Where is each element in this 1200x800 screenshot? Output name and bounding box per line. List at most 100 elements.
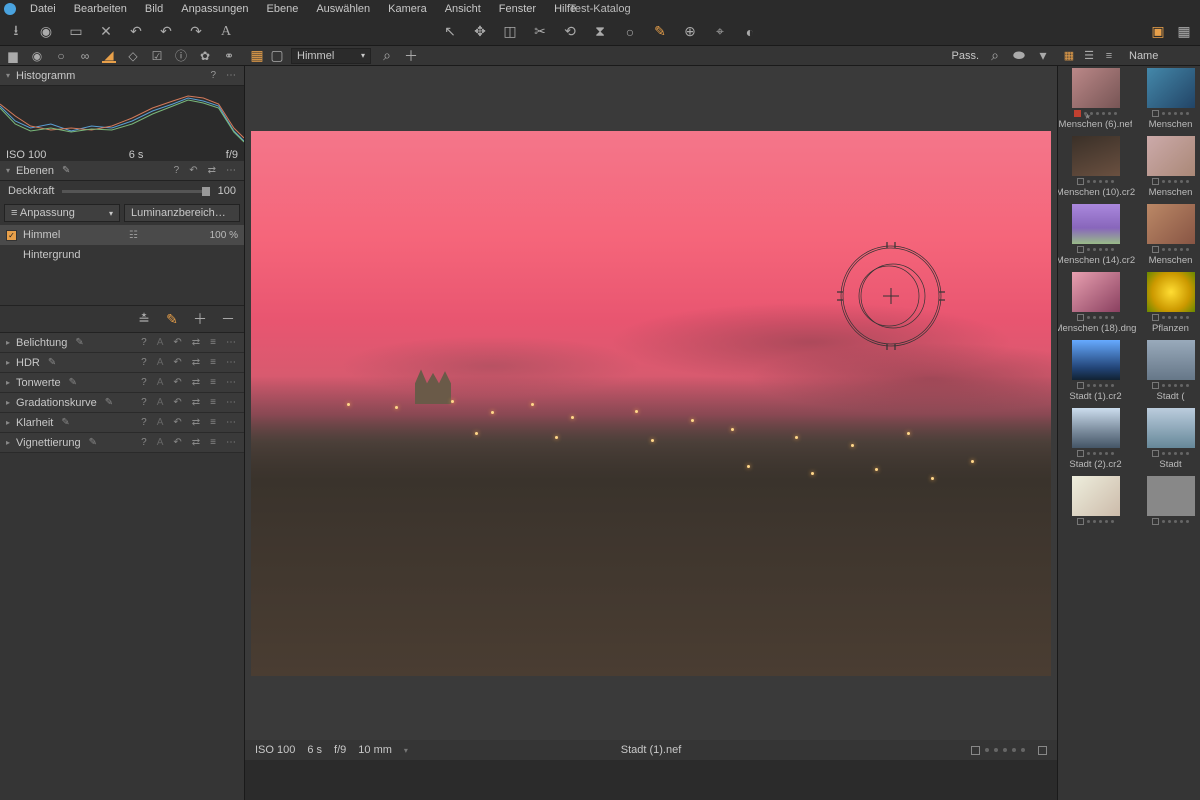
- thumbnail[interactable]: [1143, 476, 1198, 527]
- adjustment-tonwerte[interactable]: ▸Tonwerte✎?A↶⇄≡⋯: [0, 373, 244, 393]
- brush-tool-icon[interactable]: ✎: [164, 311, 180, 327]
- menu-auswählen[interactable]: Auswählen: [308, 1, 378, 17]
- thumbnail[interactable]: Stadt (1).cr2: [1068, 340, 1123, 402]
- copy-icon[interactable]: ⇄: [206, 165, 218, 176]
- reset-icon[interactable]: ↶: [171, 377, 183, 388]
- edit-icon[interactable]: ✎: [46, 357, 58, 368]
- edit-icon[interactable]: ✎: [73, 337, 85, 348]
- menu-kamera[interactable]: Kamera: [380, 1, 435, 17]
- edit-icon[interactable]: ✎: [67, 377, 79, 388]
- thumbnail[interactable]: Pflanzen: [1143, 272, 1198, 334]
- heal-icon[interactable]: ⊕: [682, 24, 698, 40]
- camera-icon[interactable]: ◉: [38, 24, 54, 40]
- thumbnail[interactable]: Menschen (14).cr2: [1068, 204, 1123, 266]
- erase-icon[interactable]: ◐: [742, 24, 758, 40]
- add-adj-icon[interactable]: ＋: [192, 311, 208, 327]
- thumbnail-browser[interactable]: ★Menschen (6).nefMenschenMenschen (10).c…: [1058, 66, 1200, 800]
- compare-icon[interactable]: ▣: [1150, 24, 1166, 40]
- edit-icon[interactable]: ✎: [87, 437, 99, 448]
- thumbnail[interactable]: Menschen: [1143, 68, 1198, 130]
- more-icon[interactable]: ⋯: [224, 70, 238, 81]
- radial-filter-gizmo[interactable]: [831, 236, 951, 356]
- copy-icon[interactable]: ⇄: [190, 417, 202, 428]
- text-icon[interactable]: A: [218, 24, 234, 40]
- thumbnail[interactable]: Stadt (2).cr2: [1068, 408, 1123, 470]
- reset-icon[interactable]: ↶: [171, 357, 183, 368]
- opacity-slider[interactable]: [62, 190, 209, 193]
- menu-icon[interactable]: ≡: [208, 437, 218, 448]
- help-icon[interactable]: ?: [139, 437, 149, 448]
- menu-datei[interactable]: Datei: [22, 1, 64, 17]
- menu-bild[interactable]: Bild: [137, 1, 171, 17]
- search-icon[interactable]: ⌕: [987, 48, 1003, 64]
- help-icon[interactable]: ?: [139, 337, 149, 348]
- redo-icon[interactable]: ↷: [188, 24, 204, 40]
- dropdown-icon[interactable]: ▾: [1035, 48, 1051, 64]
- toggle-icon[interactable]: ⬬: [1011, 48, 1027, 64]
- copy-icon[interactable]: ⇄: [190, 397, 202, 408]
- close-icon[interactable]: ✕: [98, 24, 114, 40]
- adjust-tab-icon[interactable]: ◢: [102, 49, 116, 63]
- thumbnail[interactable]: Stadt: [1143, 408, 1198, 470]
- transform-icon[interactable]: ◫: [502, 24, 518, 40]
- radial-icon[interactable]: ○: [622, 24, 638, 40]
- grid-view-icon[interactable]: ▦: [251, 50, 263, 62]
- folder-icon[interactable]: ▭: [68, 24, 84, 40]
- add-icon[interactable]: ＋: [403, 48, 419, 64]
- checkbox-icon[interactable]: ✓: [6, 230, 17, 241]
- thumb-detail-icon[interactable]: ≡: [1103, 50, 1115, 62]
- copy-icon[interactable]: ⇄: [190, 357, 202, 368]
- menu-fenster[interactable]: Fenster: [491, 1, 544, 17]
- reset-icon[interactable]: ↶: [171, 417, 183, 428]
- rating-dots[interactable]: [971, 746, 1047, 755]
- more-icon[interactable]: ⋯: [224, 165, 238, 176]
- thumbnail[interactable]: Stadt (: [1143, 340, 1198, 402]
- layer-select-dropdown[interactable]: Himmel▾: [291, 48, 371, 64]
- gear-tab-icon[interactable]: ✿: [198, 49, 212, 63]
- camera-tab-icon[interactable]: ◉: [30, 49, 44, 63]
- auto-icon[interactable]: A: [155, 397, 166, 408]
- menu-icon[interactable]: ≡: [208, 377, 218, 388]
- copy-icon[interactable]: ⇄: [190, 437, 202, 448]
- help-icon[interactable]: ?: [139, 377, 149, 388]
- undo2-icon[interactable]: ↶: [158, 24, 174, 40]
- more-icon[interactable]: ⋯: [224, 397, 238, 408]
- layers-tab-icon[interactable]: ◇: [126, 49, 140, 63]
- more-icon[interactable]: ⋯: [224, 377, 238, 388]
- import-icon[interactable]: ⭳: [8, 24, 24, 40]
- help-icon[interactable]: ?: [208, 70, 218, 81]
- thumbnail[interactable]: Menschen (18).dng: [1068, 272, 1123, 334]
- clone-icon[interactable]: ⌖: [712, 24, 728, 40]
- grid-icon[interactable]: ▦: [1176, 24, 1192, 40]
- pointer-icon[interactable]: ↖: [442, 24, 458, 40]
- auto-icon[interactable]: A: [155, 417, 166, 428]
- auto-icon[interactable]: A: [155, 377, 166, 388]
- thumbnail[interactable]: Menschen: [1143, 136, 1198, 198]
- move-icon[interactable]: ✥: [472, 24, 488, 40]
- histogram-header[interactable]: ▾ Histogramm ? ⋯: [0, 66, 244, 86]
- auto-icon[interactable]: A: [155, 357, 166, 368]
- copy-icon[interactable]: ⇄: [190, 377, 202, 388]
- layer-row[interactable]: ✓Himmel☷100 %: [0, 225, 244, 245]
- flip-icon[interactable]: ⧗: [592, 24, 608, 40]
- thumbnail[interactable]: ★Menschen (6).nef: [1068, 68, 1123, 130]
- sliders-icon[interactable]: ≛: [136, 311, 152, 327]
- rotate-icon[interactable]: ⟲: [562, 24, 578, 40]
- help-icon[interactable]: ?: [172, 165, 182, 176]
- adjustment-klarheit[interactable]: ▸Klarheit✎?A↶⇄≡⋯: [0, 413, 244, 433]
- menu-icon[interactable]: ≡: [208, 397, 218, 408]
- check-tab-icon[interactable]: ☑: [150, 49, 164, 63]
- more-icon[interactable]: ⋯: [224, 357, 238, 368]
- circle-tab-icon[interactable]: ○: [54, 49, 68, 63]
- name-header[interactable]: Name: [1129, 50, 1158, 62]
- menu-ansicht[interactable]: Ansicht: [437, 1, 489, 17]
- reset-icon[interactable]: ↶: [171, 337, 183, 348]
- thumb-grid-icon[interactable]: ▦: [1063, 50, 1075, 62]
- more-icon[interactable]: ⋯: [224, 337, 238, 348]
- auto-icon[interactable]: A: [155, 437, 166, 448]
- menu-icon[interactable]: ≡: [208, 417, 218, 428]
- thumb-list-icon[interactable]: ☰: [1083, 50, 1095, 62]
- edit-icon[interactable]: ✎: [60, 165, 72, 176]
- adjustment-belichtung[interactable]: ▸Belichtung✎?A↶⇄≡⋯: [0, 333, 244, 353]
- edit-icon[interactable]: ✎: [59, 417, 71, 428]
